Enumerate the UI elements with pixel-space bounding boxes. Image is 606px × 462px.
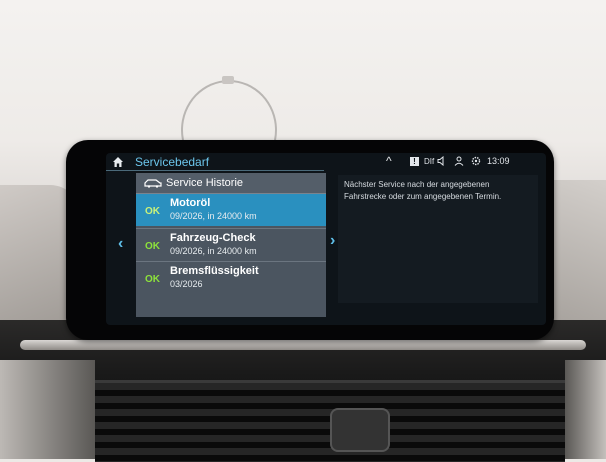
dlf-label: DIf bbox=[424, 157, 435, 166]
service-info-text: Nächster Service nach der angegebenen Fa… bbox=[344, 180, 502, 201]
item-detail: 09/2026, in 24000 km bbox=[170, 246, 257, 256]
title-underline bbox=[106, 170, 324, 171]
cable-clip bbox=[222, 76, 234, 84]
car-icon bbox=[144, 179, 162, 188]
item-name: Fahrzeug-Check bbox=[170, 232, 256, 244]
chevron-left-icon[interactable]: ‹ bbox=[118, 235, 123, 253]
vent-knob[interactable] bbox=[330, 408, 390, 452]
panel-title: Service Historie bbox=[166, 177, 244, 189]
vent-side-left bbox=[0, 360, 95, 459]
settings-icon[interactable] bbox=[471, 156, 481, 166]
panel-header: Service Historie bbox=[136, 173, 326, 194]
clock: 13:09 bbox=[487, 156, 510, 166]
vent-side-right bbox=[565, 360, 606, 459]
service-item-bremsfluessigkeit[interactable]: OK Bremsflüssigkeit 03/2026 bbox=[136, 261, 326, 294]
dashboard-trim bbox=[20, 340, 586, 350]
infotainment-screen: Servicebedarf ^ ! DIf 13:09 ‹ › Service … bbox=[106, 153, 546, 325]
service-item-motoroel[interactable]: OK Motoröl 09/2026, in 24000 km bbox=[136, 194, 326, 226]
item-detail: 03/2026 bbox=[170, 279, 203, 289]
page-title: Servicebedarf bbox=[135, 155, 210, 169]
info-icon[interactable]: ! bbox=[410, 157, 419, 166]
info-pane: Nächster Service nach der angegebenen Fa… bbox=[338, 175, 538, 303]
caret-up-icon[interactable]: ^ bbox=[386, 154, 392, 168]
service-history-panel: Service Historie OK Motoröl 09/2026, in … bbox=[136, 173, 326, 317]
item-name: Bremsflüssigkeit bbox=[170, 265, 259, 277]
item-detail: 09/2026, in 24000 km bbox=[170, 211, 257, 221]
chevron-right-icon[interactable]: › bbox=[330, 232, 335, 250]
status-badge: OK bbox=[145, 241, 160, 252]
status-badge: OK bbox=[145, 206, 160, 217]
dashboard-right bbox=[545, 180, 606, 340]
speaker-icon[interactable] bbox=[437, 156, 447, 166]
status-badge: OK bbox=[145, 274, 160, 285]
person-icon[interactable] bbox=[454, 156, 464, 166]
item-name: Motoröl bbox=[170, 197, 211, 209]
service-item-fahrzeug-check[interactable]: OK Fahrzeug-Check 09/2026, in 24000 km bbox=[136, 228, 326, 261]
status-bar: Servicebedarf ^ ! DIf 13:09 bbox=[106, 153, 546, 171]
home-icon[interactable] bbox=[112, 156, 124, 168]
